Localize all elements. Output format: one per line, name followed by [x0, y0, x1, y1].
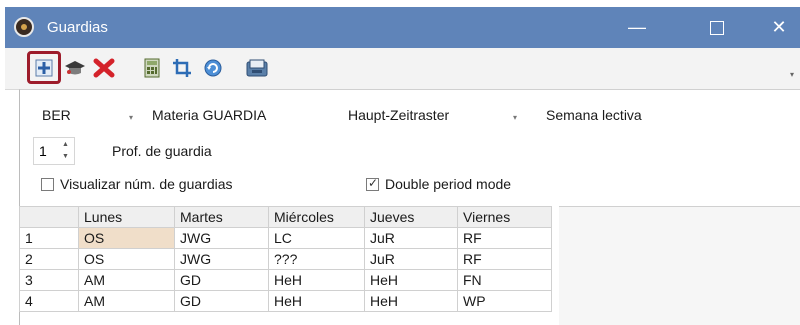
table-row: 4 AM GD HeH HeH WP	[19, 290, 552, 312]
spin-down-icon[interactable]: ▼	[62, 153, 69, 160]
double-period-label[interactable]: Double period mode	[385, 176, 511, 192]
timetable-dropdown-icon[interactable]: ▾	[513, 113, 517, 122]
week-label: Semana lectiva	[546, 107, 642, 123]
toolbar-overflow-button[interactable]: ▾	[790, 70, 794, 79]
table-row: 2 OS JWG ??? JuR RF	[19, 248, 552, 270]
prof-label: Prof. de guardia	[112, 143, 212, 159]
grid-cell[interactable]: HeH	[268, 269, 365, 291]
minimize-button[interactable]: —	[615, 7, 659, 48]
calculator-icon	[144, 58, 160, 78]
check-icon: ✓	[368, 176, 379, 190]
grid-cell[interactable]: FN	[457, 269, 552, 291]
spinner-value[interactable]: 1	[39, 143, 47, 159]
table-row: 3 AM GD HeH HeH FN	[19, 269, 552, 291]
toolbar: ▾	[5, 48, 800, 90]
teacher-button[interactable]	[63, 57, 87, 79]
guard-grid: Lunes Martes Miércoles Jueves Viernes 1 …	[19, 206, 552, 312]
window-title: Guardias	[47, 19, 108, 36]
grid-cell[interactable]: JWG	[174, 227, 269, 249]
grid-cell[interactable]: OS	[78, 227, 175, 249]
crop-button[interactable]	[170, 57, 194, 79]
crop-icon	[173, 59, 191, 77]
grid-cell[interactable]: JuR	[364, 227, 458, 249]
export-icon	[246, 59, 268, 77]
column-header-lunes[interactable]: Lunes	[78, 206, 175, 228]
grid-cell[interactable]: HeH	[364, 290, 458, 312]
close-button[interactable]: ✕	[757, 7, 800, 48]
grid-cell[interactable]: GD	[174, 269, 269, 291]
graduation-cap-icon	[65, 61, 85, 75]
double-period-checkbox[interactable]: ✓	[366, 176, 379, 191]
assign-button[interactable]	[32, 57, 56, 79]
grid-cell[interactable]: AM	[78, 290, 175, 312]
grid-empty-area	[559, 206, 800, 325]
assign-icon	[35, 59, 53, 77]
grid-cell[interactable]: AM	[78, 269, 175, 291]
row-header[interactable]: 1	[19, 227, 79, 249]
grid-header-row: Lunes Martes Miércoles Jueves Viernes	[19, 206, 552, 228]
row-header[interactable]: 3	[19, 269, 79, 291]
grid-cell[interactable]: HeH	[364, 269, 458, 291]
grid-cell[interactable]: ???	[268, 248, 365, 270]
column-header-miercoles[interactable]: Miércoles	[268, 206, 365, 228]
calculator-button[interactable]	[140, 57, 164, 79]
refresh-icon	[204, 59, 222, 77]
maximize-icon	[710, 20, 724, 35]
show-count-label[interactable]: Visualizar núm. de guardias	[60, 176, 233, 192]
delete-button[interactable]	[92, 57, 116, 79]
grid-cell[interactable]: RF	[457, 248, 552, 270]
grid-cell[interactable]: GD	[174, 290, 269, 312]
grid-cell[interactable]: HeH	[268, 290, 365, 312]
period-select[interactable]: BER	[42, 107, 71, 123]
grid-cell[interactable]: OS	[78, 248, 175, 270]
refresh-button[interactable]	[201, 57, 225, 79]
grid-cell[interactable]: JuR	[364, 248, 458, 270]
maximize-button[interactable]	[695, 7, 739, 48]
corner-cell	[19, 206, 79, 228]
timetable-select[interactable]: Haupt-Zeitraster	[348, 107, 449, 123]
row-header[interactable]: 2	[19, 248, 79, 270]
show-count-checkbox[interactable]	[41, 178, 54, 191]
app-icon	[14, 17, 34, 37]
grid-cell[interactable]: RF	[457, 227, 552, 249]
prof-count-spinner[interactable]: 1 ▲ ▼	[33, 137, 75, 165]
column-header-martes[interactable]: Martes	[174, 206, 269, 228]
materia-label: Materia GUARDIA	[152, 107, 267, 123]
column-header-jueves[interactable]: Jueves	[364, 206, 458, 228]
spin-up-icon[interactable]: ▲	[62, 141, 69, 148]
export-button[interactable]	[245, 57, 269, 79]
grid-cell[interactable]: JWG	[174, 248, 269, 270]
title-bar: Guardias — ✕	[5, 7, 800, 48]
grid-cell[interactable]: LC	[268, 227, 365, 249]
column-header-viernes[interactable]: Viernes	[457, 206, 552, 228]
grid-cell[interactable]: WP	[457, 290, 552, 312]
delete-icon	[93, 58, 115, 78]
row-header[interactable]: 4	[19, 290, 79, 312]
table-row: 1 OS JWG LC JuR RF	[19, 227, 552, 249]
period-dropdown-icon[interactable]: ▾	[129, 113, 133, 122]
